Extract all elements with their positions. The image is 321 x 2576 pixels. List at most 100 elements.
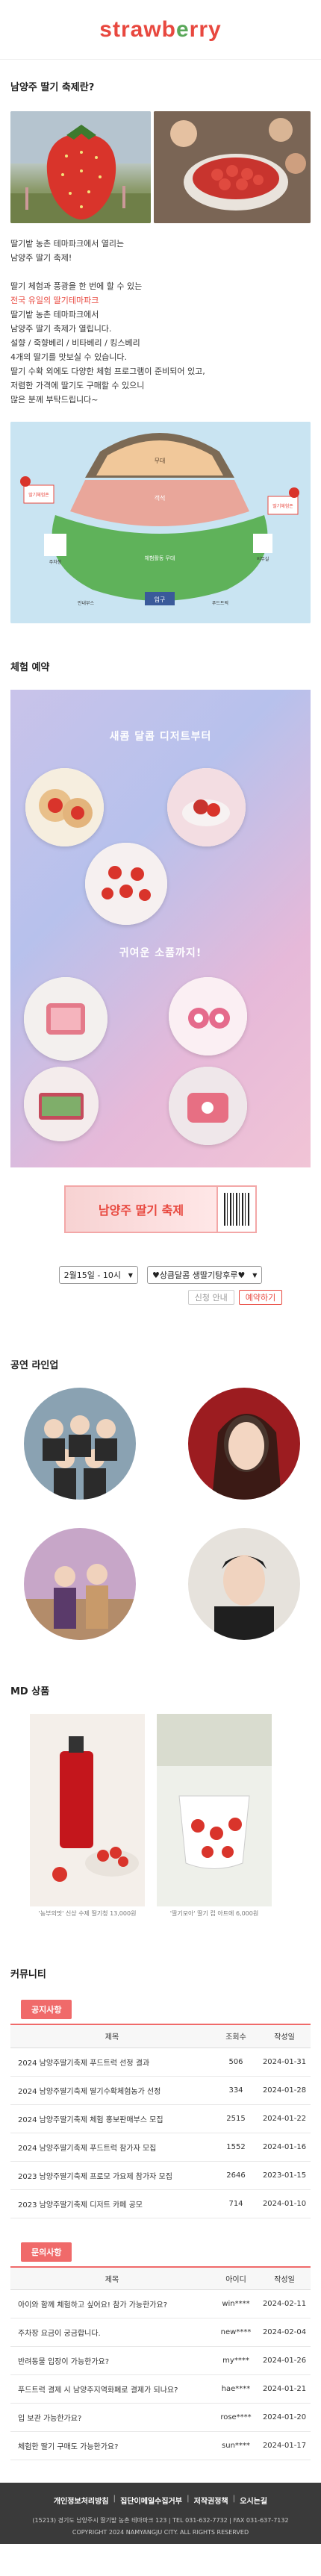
poster-heading-2: 귀여운 소품까지! [119, 947, 202, 959]
map-clinic-label: 의무실 [257, 556, 269, 562]
footer-link[interactable]: 오시는길 [240, 2495, 267, 2506]
map-stage-label: 무대 [155, 458, 166, 464]
qna-board: 문의사항 제목 아이디 작성일 아이와 함께 체험하고 싶어요! 참가 가능한가… [10, 2242, 311, 2460]
notice-tab[interactable]: 공지사항 [21, 2000, 72, 2019]
row-meta: 506 [214, 2048, 258, 2077]
program-select-value: ♥상큼달콤 생딸기탕후루♥ [152, 1270, 246, 1280]
row-meta: 714 [214, 2189, 258, 2218]
dessert-image-3 [85, 843, 167, 925]
md-item[interactable]: '딸기모아' 딸기 컵 아트에 6,000원 [157, 1714, 272, 1918]
row-date: 2024-01-28 [258, 2076, 311, 2105]
row-title[interactable]: 체험한 딸기 구매도 가능한가요? [10, 2431, 214, 2460]
dessert-image-1 [25, 768, 104, 846]
intro-line-highlight: 전국 유일의 딸기테마파크 [10, 296, 99, 305]
md-item[interactable]: '농부의맛' 신상 수제 딸기청 13,000원 [30, 1714, 145, 1918]
table-row[interactable]: 주차장 요금이 궁금합니다. new**** 2024-02-04 [10, 2318, 311, 2347]
lineup-title: 공연 라인업 [10, 1360, 59, 1371]
row-date: 2024-02-04 [258, 2318, 311, 2347]
col-title: 제목 [10, 2025, 214, 2048]
row-date: 2024-01-20 [258, 2403, 311, 2432]
map-booth2-label: 딸기체험존 [272, 503, 293, 509]
reserve-button[interactable]: 예약하기 [238, 1290, 283, 1305]
row-date: 2024-01-26 [258, 2346, 311, 2375]
table-row[interactable]: 입 보관 가능한가요? rose**** 2024-01-20 [10, 2403, 311, 2432]
map-booth1-label: 딸기체험존 [28, 492, 49, 498]
footer-links: 개인정보처리방침 | 집단이메일수집거부 | 저작권정책 | 오시는길 [53, 2495, 268, 2506]
goods-image-1 [24, 977, 107, 1061]
chevron-down-icon: ▼ [252, 1272, 258, 1279]
md-image-cup [157, 1714, 272, 1906]
performer-photo-2[interactable] [188, 1388, 300, 1500]
row-meta: 334 [214, 2076, 258, 2105]
chevron-down-icon: ▼ [128, 1272, 133, 1279]
site-logo[interactable]: strawberry [99, 17, 221, 43]
footer-link[interactable]: 저작권정책 [194, 2495, 228, 2506]
row-title[interactable]: 2024 남양주딸기축제 푸드트럭 참가자 모집 [10, 2133, 214, 2162]
row-title[interactable]: 푸드트럭 결제 시 남양주지역화폐로 결제가 되나요? [10, 2374, 214, 2404]
performer-photo-3[interactable] [24, 1528, 136, 1640]
program-select[interactable]: ♥상큼달콤 생딸기탕후루♥ ▼ [146, 1266, 263, 1284]
col-title: 제목 [10, 2267, 214, 2290]
community-title: 커뮤니티 [10, 1969, 46, 1980]
map-parking-label: 주차장 [49, 559, 62, 565]
table-row[interactable]: 2024 남양주딸기축제 딸기수확체험농가 선정 334 2024-01-28 [10, 2076, 311, 2105]
footer-copyright: COPYRIGHT 2024 NAMYANGJU CITY. ALL RIGHT… [72, 2529, 249, 2536]
row-date: 2024-01-16 [258, 2133, 311, 2162]
row-date: 2024-01-22 [258, 2104, 311, 2133]
map-field-label: 체험활동 무대 [145, 555, 175, 561]
row-meta: 1552 [214, 2133, 258, 2162]
col-date: 작성일 [258, 2267, 311, 2290]
table-row[interactable]: 2023 남양주딸기축제 디저트 카페 공모 714 2024-01-10 [10, 2189, 311, 2218]
row-title[interactable]: 2024 남양주딸기축제 푸드트럭 선정 결과 [10, 2048, 214, 2077]
row-meta: new**** [214, 2318, 258, 2347]
performer-photo-4[interactable] [188, 1528, 300, 1640]
row-date: 2024-02-11 [258, 2289, 311, 2318]
reservation-title: 체험 예약 [10, 662, 50, 673]
goods-image-2 [169, 977, 247, 1055]
date-select[interactable]: 2월15일 - 10시 ▼ [58, 1266, 138, 1284]
festival-ticket-banner[interactable]: 남양주 딸기 축제 [64, 1185, 257, 1233]
site-header: strawberry [0, 0, 321, 60]
table-row[interactable]: 2024 남양주딸기축제 푸드트럭 참가자 모집 1552 2024-01-16 [10, 2133, 311, 2162]
qna-tab[interactable]: 문의사항 [21, 2242, 72, 2262]
goods-image-4 [169, 1067, 247, 1145]
ticket-barcode [216, 1185, 257, 1233]
table-row[interactable]: 푸드트럭 결제 시 남양주지역화폐로 결제가 되나요? hae**** 2024-0… [10, 2374, 311, 2404]
lineup-grid [0, 1388, 321, 1640]
row-date: 2024-01-17 [258, 2431, 311, 2460]
table-row[interactable]: 2023 남양주딸기축제 프로모 가요제 참가자 모집 2646 2023-01-1… [10, 2161, 311, 2190]
intro-line: 설향 / 죽향베리 / 비타베리 / 킹스베리 [10, 338, 140, 348]
row-title[interactable]: 입 보관 가능한가요? [10, 2403, 214, 2432]
row-title[interactable]: 2024 남양주딸기축제 딸기수확체험농가 선정 [10, 2076, 214, 2105]
footer-address: (15213) 경기도 남양주시 딸기밭 농촌 테마파크 123 | TEL 0… [32, 2517, 289, 2524]
apply-guide-button[interactable]: 신청 안내 [187, 1290, 234, 1305]
intro-line: 저렴한 가격에 딸기도 구매할 수 있으니 [10, 381, 145, 390]
intro-line: 남양주 딸기 축제! [10, 253, 72, 263]
md-image-jam [30, 1714, 145, 1906]
intro-line: 딸기 체험과 풍광을 한 번에 할 수 있는 [10, 281, 143, 291]
intro-line: 딸기 수확 외에도 다양한 체험 프로그램이 준비되어 있고, [10, 367, 205, 376]
table-row[interactable]: 반려동물 입장이 가능한가요? my**** 2024-01-26 [10, 2346, 311, 2375]
table-row[interactable]: 체험한 딸기 구매도 가능한가요? sun**** 2024-01-17 [10, 2431, 311, 2460]
logo-text-3: rry [189, 16, 222, 42]
performer-photo-1[interactable] [24, 1388, 136, 1500]
col-views: 조회수 [214, 2025, 258, 2048]
table-row[interactable]: 2024 남양주딸기축제 푸드트럭 선정 결과 506 2024-01-31 [10, 2048, 311, 2077]
row-title[interactable]: 2023 남양주딸기축제 디저트 카페 공모 [10, 2189, 214, 2218]
row-title[interactable]: 아이와 함께 체험하고 싶어요! 참가 가능한가요? [10, 2289, 214, 2318]
row-meta: 2515 [214, 2104, 258, 2133]
row-title[interactable]: 2024 남양주딸기축제 체험 홍보판매부스 모집 [10, 2104, 214, 2133]
map-food-label: 푸드트럭 [212, 600, 228, 606]
notice-board: 공지사항 제목 조회수 작성일 2024 남양주딸기축제 푸드트럭 선정 결과 5… [10, 2000, 311, 2218]
footer-link[interactable]: 집단이메일수집거부 [120, 2495, 182, 2506]
site-footer: 개인정보처리방침 | 집단이메일수집거부 | 저작권정책 | 오시는길 (15213)… [0, 2483, 321, 2544]
table-row[interactable]: 아이와 함께 체험하고 싶어요! 참가 가능한가요? win**** 2024-02… [10, 2289, 311, 2318]
row-title[interactable]: 주차장 요금이 궁금합니다. [10, 2318, 214, 2347]
strawberry-bowl-photo [153, 111, 311, 223]
footer-link[interactable]: 개인정보처리방침 [54, 2495, 109, 2506]
row-title[interactable]: 반려동물 입장이 가능한가요? [10, 2346, 214, 2375]
md-list: '농부의맛' 신상 수제 딸기청 13,000원 '딸기모아' 딸기 컵 아트에… [0, 1714, 321, 1918]
table-row[interactable]: 2024 남양주딸기축제 체험 홍보판매부스 모집 2515 2024-01-22 [10, 2104, 311, 2133]
intro-line: 딸기밭 농촌 테마파크에서 열리는 [10, 239, 125, 249]
row-title[interactable]: 2023 남양주딸기축제 프로모 가요제 참가자 모집 [10, 2161, 214, 2190]
